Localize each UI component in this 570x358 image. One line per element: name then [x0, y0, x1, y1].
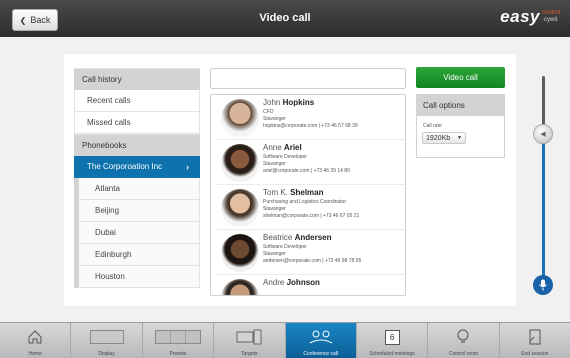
call-options-header: Call options: [417, 95, 504, 116]
tab-display[interactable]: Display: [71, 323, 143, 358]
location-item-atlanta[interactable]: Atlanta: [74, 178, 200, 200]
contact-first-name: John: [263, 98, 281, 107]
presets-icon: [154, 330, 201, 344]
targets-icon: [236, 329, 262, 345]
avatar: [221, 234, 259, 272]
contact-list[interactable]: John Hopkins CFO Stavanger hopkins@corpo…: [210, 94, 406, 296]
call-rate-value: 1920Kb: [426, 134, 451, 142]
tab-targets-label: Targets: [241, 351, 258, 357]
contact-last-name: Andersen: [294, 233, 332, 242]
contact-role: Software Developer: [263, 154, 307, 160]
tab-presets-label: Presets: [169, 351, 187, 357]
avatar: [221, 189, 259, 227]
contact-last-name: Hopkins: [282, 98, 315, 107]
tab-end-session-label: End session: [521, 351, 549, 357]
search-input[interactable]: [210, 68, 406, 89]
tab-scheduled-meetings-label: Scheduled meetings: [369, 351, 415, 357]
list-item[interactable]: Andre Johnson: [215, 275, 405, 295]
location-item-beijing[interactable]: Beijing: [74, 200, 200, 222]
list-item[interactable]: Tom K. Shelman Purchasing and Logistics …: [215, 185, 405, 230]
call-options-panel: Call options Call rate 1920Kb ▼: [416, 94, 505, 158]
contact-role: CFO: [263, 109, 274, 115]
contact-last-name: Ariel: [283, 143, 302, 152]
volume-slider-handle[interactable]: ◀: [533, 124, 553, 144]
tab-targets[interactable]: Targets: [214, 323, 286, 358]
bottom-nav: Home Display Presets Targets Conference …: [0, 322, 570, 358]
contact-details: shelman@corporate.com | +73 46 67 05 21: [263, 213, 360, 219]
speaker-icon: ◀: [540, 131, 546, 138]
phonebook-nav: Call history Recent calls Missed calls P…: [74, 68, 200, 288]
video-call-button[interactable]: Video call: [416, 67, 505, 88]
contact-last-name: Shelman: [290, 188, 324, 197]
brand-logo: easy control ·cywit: [500, 7, 560, 31]
contact-details: ariel@corporate.com | +73 46 39 14 80: [263, 168, 350, 174]
avatar: [221, 279, 259, 295]
page-title: Video call: [259, 12, 311, 24]
conference-icon: [309, 330, 332, 344]
tab-end-session[interactable]: End session: [500, 323, 570, 358]
tab-presets[interactable]: Presets: [143, 323, 215, 358]
contact-details: hopkins@corporate.com | +73 46 57 68 39: [263, 123, 358, 129]
home-icon: [28, 330, 42, 344]
chevron-down-icon: ▼: [457, 135, 462, 141]
contact-location: Stavanger: [263, 161, 286, 167]
tab-home-label: Home: [28, 351, 42, 357]
chevron-right-icon: ›: [186, 161, 189, 172]
contact-location: Stavanger: [263, 116, 286, 122]
lightbulb-icon: [457, 329, 469, 343]
logo-sub-b: ·cywit: [541, 17, 558, 23]
microphone-button[interactable]: [533, 275, 553, 295]
volume-slider-fill: [542, 134, 545, 278]
location-item-houston[interactable]: Houston: [74, 266, 200, 288]
contact-first-name: Andre: [263, 278, 285, 287]
contact-first-name: Anne: [263, 143, 282, 152]
contact-last-name: Johnson: [286, 278, 320, 287]
contact-details: andersen@corporate.com | +73 46 98 78 05: [263, 258, 362, 264]
recent-calls-item[interactable]: Recent calls: [74, 90, 200, 112]
tab-display-label: Display: [98, 351, 115, 357]
tab-scheduled-meetings[interactable]: 6 Scheduled meetings: [357, 323, 429, 358]
display-icon: [89, 330, 124, 344]
contact-location: Stavanger: [263, 251, 286, 257]
tab-control-room-label: Control room: [448, 351, 478, 357]
contact-role: Software Developer: [263, 244, 307, 250]
call-history-header: Call history: [74, 68, 200, 90]
contact-first-name: Tom K.: [263, 188, 288, 197]
list-item[interactable]: Anne Ariel Software Developer Stavanger …: [215, 140, 405, 185]
location-item-edinburgh[interactable]: Edinburgh: [74, 244, 200, 266]
phonebook-corporation-label: The Corporoation Inc: [87, 162, 163, 171]
contact-first-name: Beatrice: [263, 233, 293, 242]
location-item-dubai[interactable]: Dubai: [74, 222, 200, 244]
microphone-icon: [539, 279, 547, 291]
tab-conference-call[interactable]: Conference call: [285, 323, 357, 358]
top-bar: ❮ Back Video call easy control ·cywit: [0, 0, 570, 37]
tab-conference-call-label: Conference call: [303, 351, 339, 357]
avatar: [221, 144, 259, 182]
logo-sub-a: control: [541, 10, 560, 16]
exit-door-icon: [529, 329, 541, 345]
list-item[interactable]: Beatrice Andersen Software Developer Sta…: [215, 230, 405, 275]
list-item[interactable]: John Hopkins CFO Stavanger hopkins@corpo…: [215, 95, 405, 140]
tab-home[interactable]: Home: [0, 323, 72, 358]
avatar: [221, 99, 259, 137]
tab-control-room[interactable]: Control room: [428, 323, 500, 358]
contact-location: Stavanger: [263, 206, 286, 212]
phonebook-corporation[interactable]: The Corporoation Inc ›: [74, 156, 200, 178]
calendar-icon: 6: [384, 329, 400, 345]
contact-role: Purchasing and Logistics Coordinator: [263, 199, 347, 205]
missed-calls-item[interactable]: Missed calls: [74, 112, 200, 134]
logo-word: easy: [500, 7, 540, 26]
call-rate-label: Call rate: [423, 123, 442, 129]
phonebooks-header: Phonebooks: [74, 134, 200, 156]
call-rate-select[interactable]: 1920Kb ▼: [422, 132, 466, 144]
